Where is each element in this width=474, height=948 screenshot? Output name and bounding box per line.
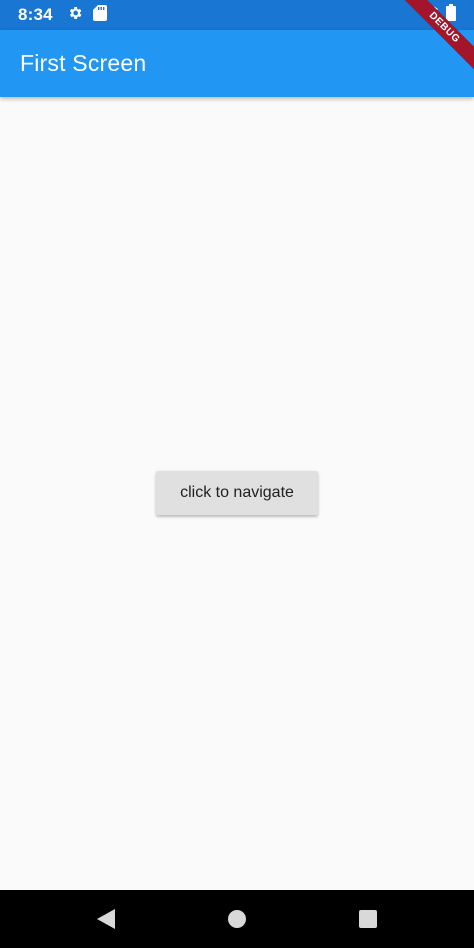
recents-icon[interactable] xyxy=(357,908,379,930)
status-bar: 8:34 xyxy=(0,0,474,30)
status-icons-right xyxy=(420,0,456,30)
screen: 8:34 DEBUG First Screen click to navigat… xyxy=(0,0,474,948)
app-bar: First Screen xyxy=(0,30,474,97)
navigate-button[interactable]: click to navigate xyxy=(156,471,318,515)
gear-icon xyxy=(67,5,83,26)
main-content: click to navigate xyxy=(0,97,474,890)
sd-card-icon xyxy=(92,4,107,26)
back-icon[interactable] xyxy=(95,908,117,930)
wifi-icon xyxy=(420,5,438,25)
status-time: 8:34 xyxy=(18,5,53,24)
status-icons-left xyxy=(67,4,107,26)
battery-icon xyxy=(446,4,456,26)
page-title: First Screen xyxy=(20,50,147,76)
system-nav-bar xyxy=(0,890,474,948)
home-icon[interactable] xyxy=(226,908,248,930)
